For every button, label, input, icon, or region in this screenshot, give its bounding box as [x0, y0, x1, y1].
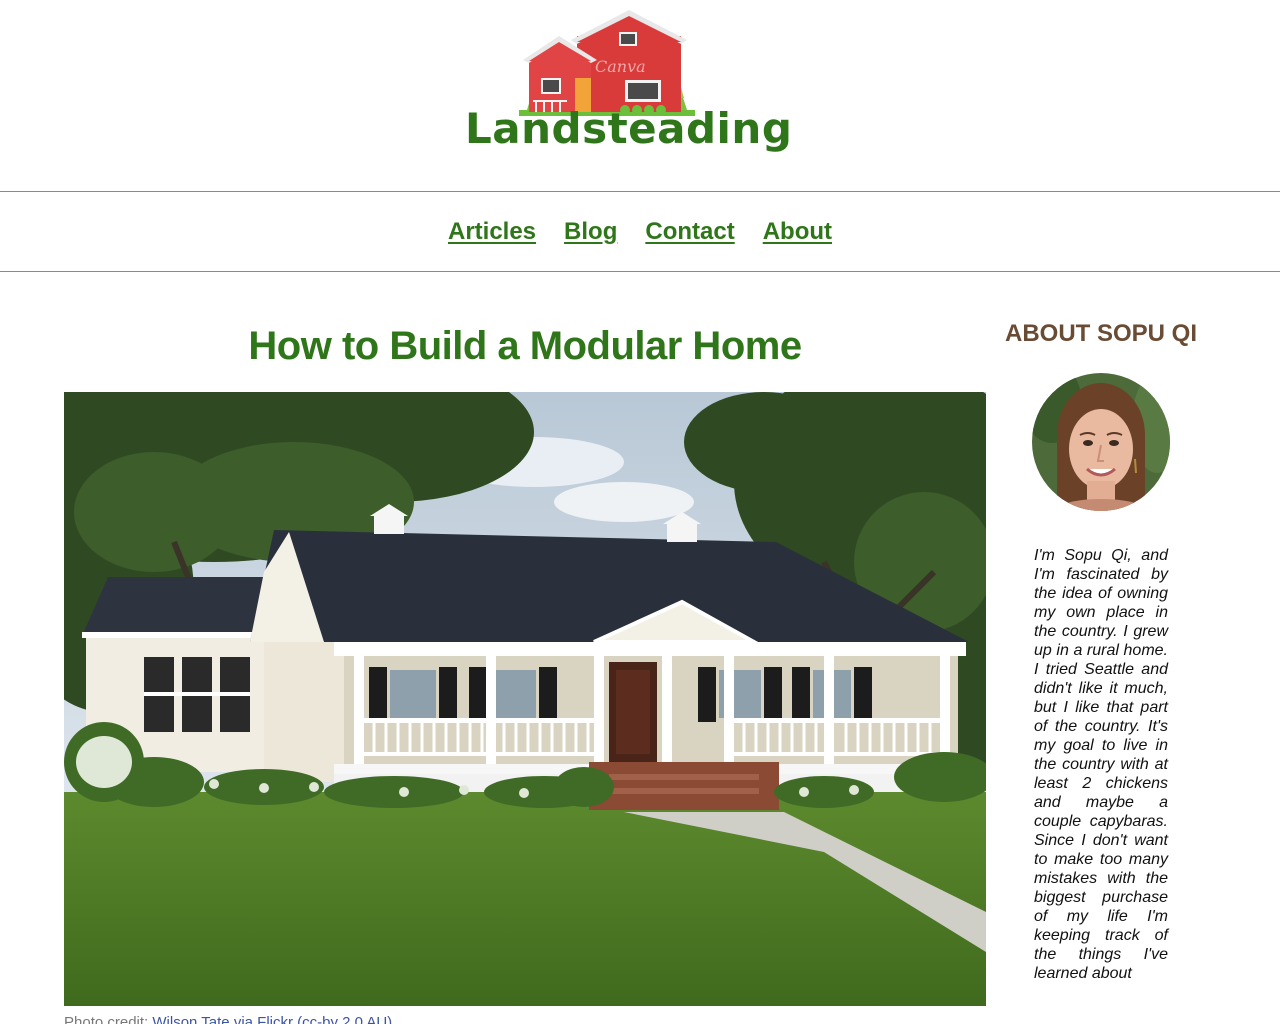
- nav-link-articles[interactable]: Articles: [448, 218, 536, 246]
- nav-list: Articles Blog Contact About: [0, 218, 1280, 246]
- photo-credit-link[interactable]: Wilson Tate via Flickr (cc-by 2.0 AU): [152, 1014, 392, 1024]
- nav-link-blog[interactable]: Blog: [564, 218, 617, 246]
- sidebar-title: ABOUT SOPU QI: [1004, 320, 1197, 347]
- author-avatar: [1032, 373, 1170, 511]
- main-nav: Articles Blog Contact About: [0, 192, 1280, 272]
- logo-watermark: Canva: [595, 57, 646, 76]
- hero-image: [64, 392, 986, 1006]
- post-title: How to Build a Modular Home: [248, 324, 802, 368]
- photo-credit-prefix: Photo credit:: [64, 1014, 153, 1024]
- author-bio: I'm Sopu Qi, and I'm fascinated by the i…: [1034, 547, 1168, 982]
- site-logo[interactable]: Canva Landsteading: [465, 4, 793, 164]
- nav-link-about[interactable]: About: [763, 218, 832, 246]
- photo-credit: Photo credit: Wilson Tate via Flickr (cc…: [64, 1014, 392, 1024]
- site-header: Canva Landsteading: [0, 0, 1280, 192]
- site-name: Landsteading: [465, 104, 793, 153]
- nav-link-contact[interactable]: Contact: [645, 218, 734, 246]
